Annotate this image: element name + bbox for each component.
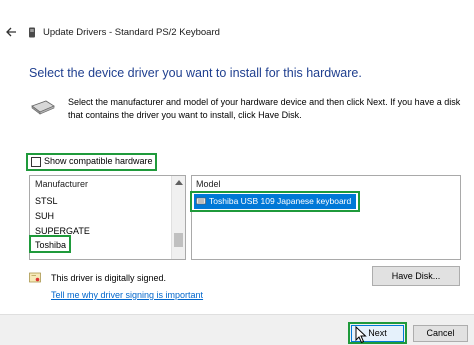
model-list-header: Model (196, 179, 221, 189)
scroll-thumb[interactable] (174, 233, 183, 247)
driver-signing-link[interactable]: Tell me why driver signing is important (51, 290, 203, 300)
back-arrow-icon[interactable] (4, 25, 18, 39)
have-disk-button[interactable]: Have Disk... (372, 266, 460, 286)
manufacturer-scrollbar[interactable] (171, 176, 185, 259)
instructions-text: Select the manufacturer and model of you… (68, 97, 461, 120)
show-compatible-checkbox[interactable] (31, 157, 41, 167)
mouse-cursor-icon (355, 326, 367, 344)
certificate-icon (29, 272, 41, 283)
model-item-selected[interactable]: Toshiba USB 109 Japanese keyboard (194, 194, 356, 209)
manufacturer-list-header: Manufacturer (35, 179, 89, 189)
signed-status-text: This driver is digitally signed. (51, 273, 167, 283)
list-item-suh[interactable]: SUH (35, 211, 54, 221)
window-title: Update Drivers - Standard PS/2 Keyboard (43, 27, 220, 38)
show-compatible-label[interactable]: Show compatible hardware (44, 156, 153, 166)
cancel-button[interactable]: Cancel (413, 325, 468, 342)
scroll-up-arrow-icon[interactable] (175, 180, 183, 185)
keyboard-icon (196, 197, 206, 205)
keyboard-device-icon (29, 27, 35, 38)
model-list[interactable]: Model (191, 175, 461, 260)
list-item-stsl[interactable]: STSL (35, 196, 58, 206)
model-item-label: Toshiba USB 109 Japanese keyboard (209, 196, 352, 206)
toshiba-highlight (29, 235, 71, 253)
page-heading: Select the device driver you want to ins… (29, 66, 362, 80)
hardware-device-icon (31, 100, 55, 115)
